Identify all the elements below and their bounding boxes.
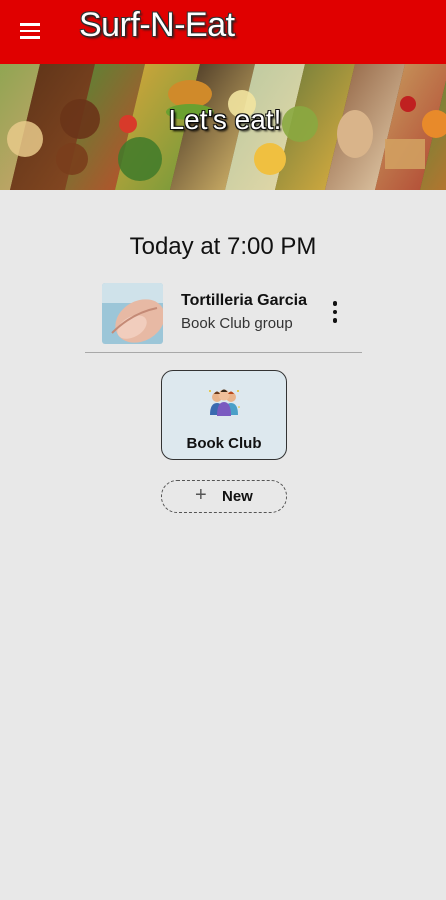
vertical-dots-icon[interactable]	[330, 301, 340, 327]
event-list-item[interactable]: Tortilleria Garcia Book Club group	[85, 278, 362, 353]
app-bar: Surf-N-Eat	[0, 0, 446, 64]
plus-icon: +	[195, 484, 207, 506]
event-time-heading: Today at 7:00 PM	[129, 233, 317, 260]
restaurant-name: Tortilleria Garcia	[181, 292, 307, 309]
group-card-book-club[interactable]: Book Club	[161, 370, 287, 460]
food-banner: Let's eat!	[0, 64, 446, 190]
group-card-label: Book Club	[186, 435, 262, 452]
app-title: Surf-N-Eat	[79, 6, 235, 44]
new-group-button[interactable]: + New	[161, 480, 287, 513]
restaurant-thumbnail	[102, 283, 163, 344]
banner-text: Let's eat!	[168, 104, 282, 135]
people-group-icon	[206, 385, 242, 421]
app-root: Surf-N-Eat Let's eat! Today at 7:00 PM T…	[0, 0, 446, 900]
new-button-label: New	[222, 488, 253, 505]
event-group-name: Book Club group	[181, 315, 293, 332]
hamburger-menu-icon[interactable]	[17, 18, 43, 44]
